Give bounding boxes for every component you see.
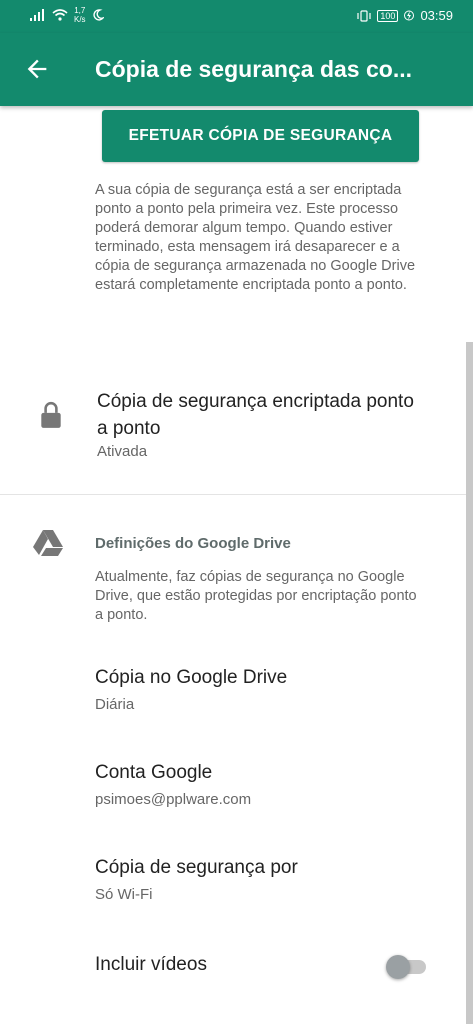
network-speed-unit: K/s xyxy=(74,15,86,24)
toggle-thumb xyxy=(386,955,410,979)
google-drive-icon xyxy=(33,530,63,556)
section-divider xyxy=(0,494,473,495)
backup-frequency-setting[interactable]: Cópia no Google Drive Diária xyxy=(95,667,287,713)
encrypted-backup-title[interactable]: Cópia de segurança encriptada ponto a po… xyxy=(97,388,427,442)
network-speed: 1,7 K/s xyxy=(74,6,86,24)
include-videos-toggle[interactable] xyxy=(386,955,426,979)
encryption-info-text: A sua cópia de segurança está a ser encr… xyxy=(95,182,416,293)
lock-icon xyxy=(41,401,61,428)
status-bar: 1,7 K/s 100 03:59 xyxy=(0,0,473,33)
google-account-setting[interactable]: Conta Google psimoes@pplware.com xyxy=(95,762,251,808)
google-drive-description: Atualmente, faz cópias de segurança no G… xyxy=(95,569,417,623)
setting-label: Incluir vídeos xyxy=(95,954,207,975)
vibrate-icon xyxy=(357,9,372,22)
setting-value: Diária xyxy=(95,696,135,713)
status-right: 100 03:59 xyxy=(357,8,453,23)
setting-label: Conta Google xyxy=(95,762,213,783)
wifi-icon xyxy=(52,9,68,21)
page-title: Cópia de segurança das co... xyxy=(95,56,412,82)
scrollbar[interactable] xyxy=(466,342,473,1024)
moon-icon xyxy=(92,9,104,21)
charging-icon xyxy=(404,10,415,21)
encrypted-backup-status: Ativada xyxy=(97,443,148,460)
setting-label: Cópia no Google Drive xyxy=(95,667,288,688)
setting-value: psimoes@pplware.com xyxy=(95,791,252,808)
app-bar: Cópia de segurança das co... xyxy=(0,33,473,106)
back-arrow-icon[interactable] xyxy=(23,55,51,83)
battery-indicator: 100 xyxy=(377,9,399,22)
setting-label: Cópia de segurança por xyxy=(95,857,298,878)
signal-icon xyxy=(30,9,44,21)
status-left: 1,7 K/s xyxy=(30,6,104,24)
backup-now-button[interactable]: EFETUAR CÓPIA DE SEGURANÇA xyxy=(102,110,419,162)
clock: 03:59 xyxy=(420,8,453,23)
setting-value: Só Wi-Fi xyxy=(95,886,153,903)
include-videos-setting[interactable]: Incluir vídeos xyxy=(95,954,207,976)
backup-network-setting[interactable]: Cópia de segurança por Só Wi-Fi xyxy=(95,857,298,903)
google-drive-settings-header: Definições do Google Drive xyxy=(95,535,291,552)
network-speed-value: 1,7 xyxy=(74,6,86,15)
